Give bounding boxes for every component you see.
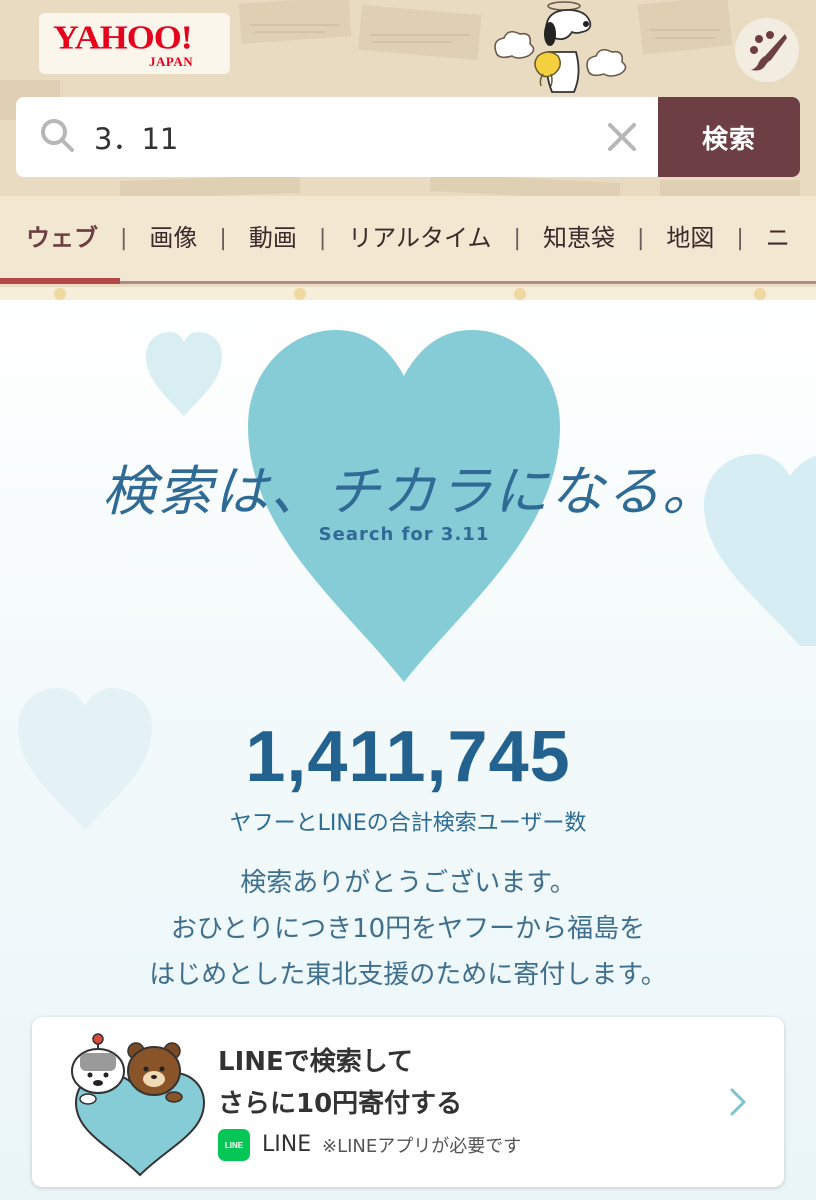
card-title-line: さらに10円寄付する bbox=[218, 1089, 463, 1119]
campaign-subline: Search for 3.11 bbox=[319, 524, 490, 545]
header: YAHOO! JAPAN 3．11 検索 ウェブ | 画像 | 動画 | リアル… bbox=[0, 0, 816, 300]
donation-message: 検索ありがとうございます。 おひとりにつき10円をヤフーから福島を はじめとした… bbox=[0, 860, 816, 998]
tab-videos[interactable]: 動画 bbox=[227, 196, 319, 281]
search-bar: 検索 bbox=[16, 97, 800, 177]
page: YAHOO! JAPAN 3．11 検索 ウェブ | 画像 | 動画 | リアル… bbox=[0, 0, 816, 1200]
tab-maps[interactable]: 地図 bbox=[644, 196, 736, 281]
search-input[interactable] bbox=[94, 111, 594, 163]
logo-wordmark: YAHOO! bbox=[53, 18, 193, 56]
tab-separator: | bbox=[219, 226, 227, 251]
clear-search-icon[interactable] bbox=[602, 117, 642, 157]
message-line: 検索ありがとうございます。 bbox=[240, 868, 576, 898]
line-card-title: LINEで検索して さらに10円寄付する bbox=[218, 1041, 462, 1125]
search-user-counter: 1,411,745 bbox=[245, 717, 571, 797]
logo-subtext: JAPAN bbox=[149, 54, 194, 69]
message-line: はじめとした東北支援のために寄付します。 bbox=[149, 960, 667, 990]
campaign-headline: 検索は、チカラになる。 bbox=[102, 460, 718, 523]
paint-palette-icon bbox=[750, 31, 787, 71]
chevron-right-icon bbox=[730, 1088, 746, 1116]
tab-realtime[interactable]: リアルタイム bbox=[326, 196, 513, 281]
search-vertical-tabs: ウェブ | 画像 | 動画 | リアルタイム | 知恵袋 | 地図 | ニ bbox=[0, 196, 816, 284]
line-characters-heart-illustration bbox=[71, 1033, 206, 1177]
line-app-name: LINE bbox=[262, 1132, 312, 1157]
tab-news[interactable]: ニ bbox=[744, 196, 812, 281]
search-results-main: 検索は、チカラになる。 Search for 3.11 1,411,745 ヤフ… bbox=[0, 300, 816, 1200]
theme-settings-button[interactable] bbox=[735, 18, 799, 82]
line-app-icon: LINE bbox=[218, 1129, 250, 1161]
card-title-line: LINEで検索して bbox=[218, 1047, 413, 1077]
tab-images[interactable]: 画像 bbox=[127, 196, 219, 281]
tab-separator: | bbox=[736, 226, 744, 251]
search-button[interactable]: 検索 bbox=[658, 97, 800, 177]
snoopy-mascot-illustration bbox=[494, 1, 627, 93]
counter-label: ヤフーとLINEの合計検索ユーザー数 bbox=[229, 811, 587, 836]
tab-separator: | bbox=[120, 226, 128, 251]
line-app-required-note: ※LINEアプリが必要です bbox=[322, 1136, 522, 1157]
tab-separator: | bbox=[318, 226, 327, 251]
campaign-hero: 検索は、チカラになる。 Search for 3.11 bbox=[102, 330, 718, 682]
tab-separator: | bbox=[636, 226, 645, 251]
message-line: おひとりにつき10円をヤフーから福島を bbox=[170, 914, 646, 944]
yahoo-japan-logo[interactable]: YAHOO! JAPAN bbox=[39, 13, 230, 74]
line-donation-card[interactable]: LINEで検索して さらに10円寄付する LINE LINE ※LINEアプリが… bbox=[32, 1017, 784, 1187]
tab-chiebukuro[interactable]: 知恵袋 bbox=[521, 196, 637, 281]
search-icon bbox=[41, 119, 74, 152]
tab-web[interactable]: ウェブ bbox=[0, 196, 120, 284]
tab-separator: | bbox=[513, 226, 521, 251]
